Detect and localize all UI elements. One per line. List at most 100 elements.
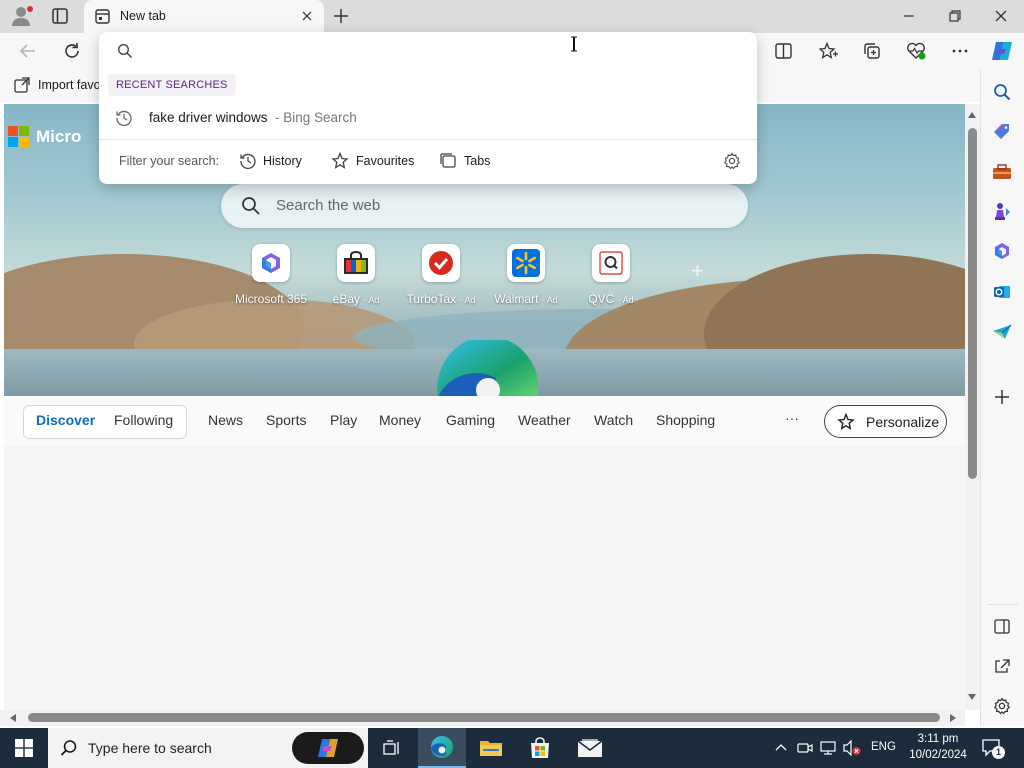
shopping-tag-icon[interactable] [993, 123, 1011, 141]
ad-badge: · Ad [541, 295, 558, 305]
mail-icon[interactable] [566, 728, 614, 768]
close-tab-icon[interactable] [301, 10, 313, 22]
filter-label: Filter your search: [119, 154, 220, 168]
tools-toolbox-icon[interactable] [992, 163, 1012, 181]
quick-link-microsoft-365[interactable]: Microsoft 365 [226, 244, 316, 306]
horizontal-scroll-thumb[interactable] [28, 713, 940, 722]
drop-send-icon[interactable] [992, 323, 1012, 341]
tab-sports[interactable]: Sports [266, 412, 306, 428]
tab-shopping[interactable]: Shopping [656, 412, 715, 428]
microsoft-365-sidebar-icon[interactable] [993, 242, 1011, 260]
collections-icon[interactable] [863, 42, 881, 60]
volume-muted-icon[interactable] [843, 740, 861, 756]
show-hidden-icons-chevron-icon[interactable] [774, 741, 788, 755]
tabs-icon [439, 152, 457, 170]
sidebar-divider [988, 604, 1018, 605]
tab-news[interactable]: News [208, 412, 243, 428]
address-search-icon [117, 43, 133, 59]
hide-sidebar-icon[interactable] [994, 619, 1010, 634]
quick-link-ebay[interactable]: eBay · Ad [311, 244, 401, 306]
tab-following[interactable]: Following [114, 412, 173, 428]
tab-gaming[interactable]: Gaming [446, 412, 495, 428]
sidebar-settings-gear-icon[interactable] [993, 697, 1011, 715]
address-input[interactable] [143, 40, 743, 62]
new-tab-button[interactable] [333, 8, 349, 24]
personalize-label: Personalize [866, 414, 940, 430]
quick-link-walmart[interactable]: Walmart · Ad [481, 244, 571, 306]
back-icon[interactable] [19, 43, 37, 59]
filter-tabs-button[interactable]: Tabs [439, 150, 499, 172]
quick-link-qvc[interactable]: QVC · Ad [566, 244, 656, 306]
edge-logo [436, 340, 540, 396]
address-bar-dropdown: RECENT SEARCHES fake driver windows - Bi… [99, 32, 757, 184]
task-view-button[interactable] [368, 728, 416, 768]
close-window-button[interactable] [994, 9, 1008, 23]
quick-link-label: eBay [332, 292, 360, 306]
recent-searches-heading: RECENT SEARCHES [108, 74, 236, 96]
qvc-icon [592, 244, 630, 282]
edge-taskbar-icon[interactable] [418, 728, 466, 768]
tab-watch[interactable]: Watch [594, 412, 633, 428]
tab-play[interactable]: Play [330, 412, 357, 428]
profile-icon[interactable] [10, 5, 34, 27]
network-icon[interactable] [820, 741, 838, 755]
filter-favourites-button[interactable]: Favourites [331, 150, 421, 172]
vertical-tabs-icon[interactable] [52, 8, 68, 24]
add-sidebar-app-icon[interactable] [994, 389, 1010, 405]
history-clock-icon [115, 109, 133, 127]
import-favorites-icon [14, 77, 31, 93]
start-button[interactable] [0, 728, 48, 768]
search-icon [241, 196, 261, 216]
microsoft-store-icon[interactable] [516, 728, 564, 768]
tab-money[interactable]: Money [379, 412, 421, 428]
clock-date: 10/02/2024 [909, 749, 967, 761]
favorites-star-icon[interactable] [819, 42, 838, 60]
add-shortcut-button[interactable]: + [691, 258, 704, 284]
games-chess-icon[interactable] [993, 202, 1011, 222]
meet-now-icon[interactable] [797, 741, 813, 755]
language-indicator[interactable]: ENG [871, 741, 896, 753]
open-external-icon[interactable] [994, 659, 1010, 674]
tab-new-tab[interactable]: New tab [84, 0, 324, 33]
search-settings-gear-icon[interactable] [723, 152, 741, 170]
notification-count-badge: 1 [992, 746, 1005, 759]
recent-search-item[interactable]: fake driver windows - Bing Search [99, 104, 757, 136]
copilot-taskbar-button[interactable] [292, 732, 364, 764]
copilot-taskbar-icon [316, 737, 340, 759]
outlook-icon[interactable] [993, 283, 1011, 301]
copilot-icon[interactable] [990, 40, 1014, 62]
personalize-button[interactable]: Personalize [824, 405, 947, 438]
restore-button[interactable] [948, 9, 962, 23]
filter-history-button[interactable]: History [239, 150, 309, 172]
file-explorer-icon[interactable] [467, 728, 515, 768]
clock[interactable]: 3:11 pm 10/02/2024 [908, 731, 968, 765]
recent-search-query: fake driver windows [149, 110, 268, 125]
browser-essentials-icon[interactable] [906, 42, 926, 60]
filter-history-label: History [263, 154, 302, 168]
more-options-icon[interactable] [951, 42, 969, 60]
vertical-scroll-thumb[interactable] [968, 128, 977, 479]
import-favorites-link[interactable]: Import favo [38, 78, 101, 92]
web-search-box[interactable]: Search the web [221, 184, 748, 228]
scroll-up-arrow[interactable] [968, 112, 976, 118]
minimize-button[interactable] [902, 9, 916, 23]
newtab-page-icon [95, 9, 110, 24]
taskbar-search-box[interactable]: Type here to search [48, 728, 368, 768]
scroll-down-arrow[interactable] [968, 694, 976, 700]
web-search-placeholder: Search the web [276, 197, 381, 214]
scroll-right-arrow[interactable] [950, 714, 956, 722]
tab-discover[interactable]: Discover [36, 412, 95, 428]
quick-link-label: TurboTax [406, 292, 457, 306]
tab-weather[interactable]: Weather [518, 412, 571, 428]
star-icon [331, 152, 349, 170]
split-screen-icon[interactable] [775, 43, 792, 59]
quick-link-turbotax[interactable]: TurboTax · Ad [396, 244, 486, 306]
refresh-icon[interactable] [63, 42, 81, 60]
horizontal-scrollbar[interactable] [0, 710, 965, 726]
scroll-left-arrow[interactable] [10, 714, 16, 722]
notifications-icon[interactable]: 1 [982, 738, 1005, 759]
sidebar-search-icon[interactable] [993, 83, 1011, 101]
more-tabs-button[interactable]: ··· [785, 410, 799, 426]
ad-badge: · Ad [617, 295, 634, 305]
vertical-scrollbar[interactable] [965, 104, 980, 710]
